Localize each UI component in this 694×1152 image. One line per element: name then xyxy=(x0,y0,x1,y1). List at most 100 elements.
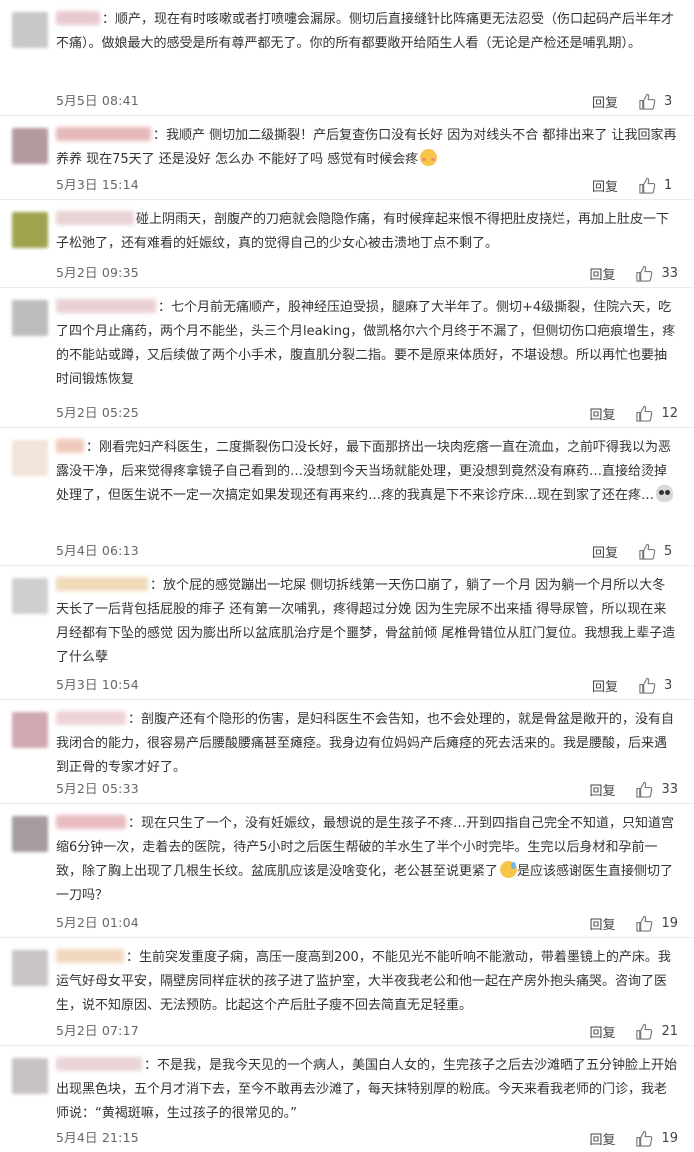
comment-actions: 回复 19 xyxy=(589,1129,678,1148)
like-button[interactable]: 21 xyxy=(635,1022,678,1041)
like-button[interactable]: 19 xyxy=(635,1129,678,1148)
thumbs-up-icon xyxy=(639,93,656,110)
reply-button[interactable]: 回复 xyxy=(592,92,618,111)
like-button[interactable]: 33 xyxy=(635,780,678,799)
reply-button[interactable]: 回复 xyxy=(592,176,618,195)
comment-text: ：刚看完妇产科医生，二度撕裂伤口没长好，最下面那挤出一块肉疙瘩一直在流血，之前吓… xyxy=(56,439,674,503)
comment-date: 5月3日 15:14 xyxy=(56,177,139,192)
username[interactable] xyxy=(56,211,134,225)
like-button[interactable]: 19 xyxy=(635,914,678,933)
comment-item: ：我顺产 侧切加二级撕裂！产后复查伤口没有长好 因为对线头不合 都排出来了 让我… xyxy=(0,116,694,200)
avatar[interactable] xyxy=(12,440,48,476)
comment-actions: 回复 1 xyxy=(592,176,678,195)
username[interactable] xyxy=(56,711,126,725)
comment-actions: 回复 3 xyxy=(592,676,678,695)
comment-item: ：现在只生了一个，没有妊娠纹，最想说的是生孩子不疼…开到四指自己完全不知道，只知… xyxy=(0,804,694,938)
comment-item: ：放个屁的感觉蹦出一坨屎 侧切拆线第一天伤口崩了，躺了一个月 因为躺一个月所以大… xyxy=(0,566,694,700)
username[interactable] xyxy=(56,127,151,141)
comment-text: ：我顺产 侧切加二级撕裂！产后复查伤口没有长好 因为对线头不合 都排出来了 让我… xyxy=(56,127,677,167)
comment-actions: 回复 12 xyxy=(589,404,678,423)
comment-date: 5月2日 01:04 xyxy=(56,915,139,930)
reply-button[interactable]: 回复 xyxy=(589,264,615,283)
comment-date: 5月3日 10:54 xyxy=(56,677,139,692)
thumbs-up-icon xyxy=(636,265,653,282)
like-button[interactable]: 12 xyxy=(635,404,678,423)
like-count: 3 xyxy=(664,678,673,693)
comment-text: ：不是我，是我今天见的一个病人，美国白人女的，生完孩子之后去沙滩晒了五分钟脸上开… xyxy=(56,1057,678,1121)
blush-emoji-icon xyxy=(420,149,438,166)
comment-item: ：生前突发重度子痫，高压一度高到200，不能见光不能听响不能激动，带着墨镜上的产… xyxy=(0,938,694,1046)
like-count: 33 xyxy=(661,782,678,797)
comment-item: ：不是我，是我今天见的一个病人，美国白人女的，生完孩子之后去沙滩晒了五分钟脸上开… xyxy=(0,1046,694,1152)
like-button[interactable]: 5 xyxy=(638,542,678,561)
comment-actions: 回复 33 xyxy=(589,780,678,799)
comment-date: 5月2日 05:25 xyxy=(56,405,139,420)
like-count: 19 xyxy=(661,916,678,931)
comment-text: ：现在只生了一个，没有妊娠纹，最想说的是生孩子不疼…开到四指自己完全不知道，只知… xyxy=(56,815,675,903)
reply-button[interactable]: 回复 xyxy=(589,1129,615,1148)
thumbs-up-icon xyxy=(636,781,653,798)
reply-button[interactable]: 回复 xyxy=(592,542,618,561)
comment-item: ：剖腹产还有个隐形的伤害，是妇科医生不会告知，也不会处理的，就是骨盆是敞开的，没… xyxy=(0,700,694,804)
reply-button[interactable]: 回复 xyxy=(589,780,615,799)
comment-date: 5月2日 09:35 xyxy=(56,265,139,280)
comment-actions: 回复 3 xyxy=(592,92,678,111)
like-button[interactable]: 3 xyxy=(638,92,678,111)
like-button[interactable]: 1 xyxy=(638,176,678,195)
comment-item: ：顺产，现在有时咳嗽或者打喷嚏会漏尿。侧切后直接缝针比阵痛更无法忍受（伤口起码产… xyxy=(0,0,694,116)
comment-date: 5月4日 21:15 xyxy=(56,1130,139,1145)
username[interactable] xyxy=(56,815,126,829)
thumbs-up-icon xyxy=(636,1023,653,1040)
comment-actions: 回复 5 xyxy=(592,542,678,561)
avatar[interactable] xyxy=(12,1058,48,1094)
comment-text: 碰上阴雨天，剖腹产的刀疤就会隐隐作痛，有时候痒起来恨不得把肚皮挠烂，再加上肚皮一… xyxy=(56,211,670,251)
username[interactable] xyxy=(56,949,124,963)
thumbs-up-icon xyxy=(639,677,656,694)
sweat-emoji-icon xyxy=(500,861,518,878)
like-count: 1 xyxy=(664,178,673,193)
comment-date: 5月4日 06:13 xyxy=(56,543,139,558)
comment-date: 5月2日 07:17 xyxy=(56,1023,139,1038)
avatar[interactable] xyxy=(12,578,48,614)
comment-text: ：七个月前无痛顺产，股神经压迫受损，腿麻了大半年了。侧切+4级撕裂，住院六天，吃… xyxy=(56,299,676,387)
comment-text: ：顺产，现在有时咳嗽或者打喷嚏会漏尿。侧切后直接缝针比阵痛更无法忍受（伤口起码产… xyxy=(56,11,675,51)
thumbs-up-icon xyxy=(636,1130,653,1147)
avatar[interactable] xyxy=(12,12,48,48)
like-count: 33 xyxy=(661,266,678,281)
username[interactable] xyxy=(56,299,156,313)
comment-feed: ：顺产，现在有时咳嗽或者打喷嚏会漏尿。侧切后直接缝针比阵痛更无法忍受（伤口起码产… xyxy=(0,0,694,1152)
comment-actions: 回复 21 xyxy=(589,1022,678,1041)
like-count: 19 xyxy=(661,1131,678,1146)
avatar[interactable] xyxy=(12,212,48,248)
thumbs-up-icon xyxy=(636,915,653,932)
avatar[interactable] xyxy=(12,712,48,748)
comment-item: ：七个月前无痛顺产，股神经压迫受损，腿麻了大半年了。侧切+4级撕裂，住院六天，吃… xyxy=(0,288,694,428)
reply-button[interactable]: 回复 xyxy=(589,404,615,423)
thumbs-up-icon xyxy=(639,543,656,560)
reply-button[interactable]: 回复 xyxy=(589,1022,615,1041)
avatar[interactable] xyxy=(12,950,48,986)
username[interactable] xyxy=(56,439,84,453)
avatar[interactable] xyxy=(12,816,48,852)
avatar[interactable] xyxy=(12,300,48,336)
like-count: 21 xyxy=(661,1024,678,1039)
like-button[interactable]: 3 xyxy=(638,676,678,695)
like-count: 3 xyxy=(664,94,673,109)
comment-item: 碰上阴雨天，剖腹产的刀疤就会隐隐作痛，有时候痒起来恨不得把肚皮挠烂，再加上肚皮一… xyxy=(0,200,694,288)
reply-button[interactable]: 回复 xyxy=(592,676,618,695)
username[interactable] xyxy=(56,577,148,591)
comment-text: ：剖腹产还有个隐形的伤害，是妇科医生不会告知，也不会处理的，就是骨盆是敞开的，没… xyxy=(56,711,675,775)
username[interactable] xyxy=(56,11,100,25)
comment-actions: 回复 33 xyxy=(589,264,678,283)
skull-emoji-icon xyxy=(656,485,674,502)
like-button[interactable]: 33 xyxy=(635,264,678,283)
username[interactable] xyxy=(56,1057,142,1071)
reply-button[interactable]: 回复 xyxy=(589,914,615,933)
avatar[interactable] xyxy=(12,128,48,164)
comment-text: ：放个屁的感觉蹦出一坨屎 侧切拆线第一天伤口崩了，躺了一个月 因为躺一个月所以大… xyxy=(56,577,676,665)
thumbs-up-icon xyxy=(636,405,653,422)
comment-date: 5月5日 08:41 xyxy=(56,93,139,108)
comment-date: 5月2日 05:33 xyxy=(56,781,139,796)
comment-text: ：生前突发重度子痫，高压一度高到200，不能见光不能听响不能激动，带着墨镜上的产… xyxy=(56,949,671,1013)
thumbs-up-icon xyxy=(639,177,656,194)
